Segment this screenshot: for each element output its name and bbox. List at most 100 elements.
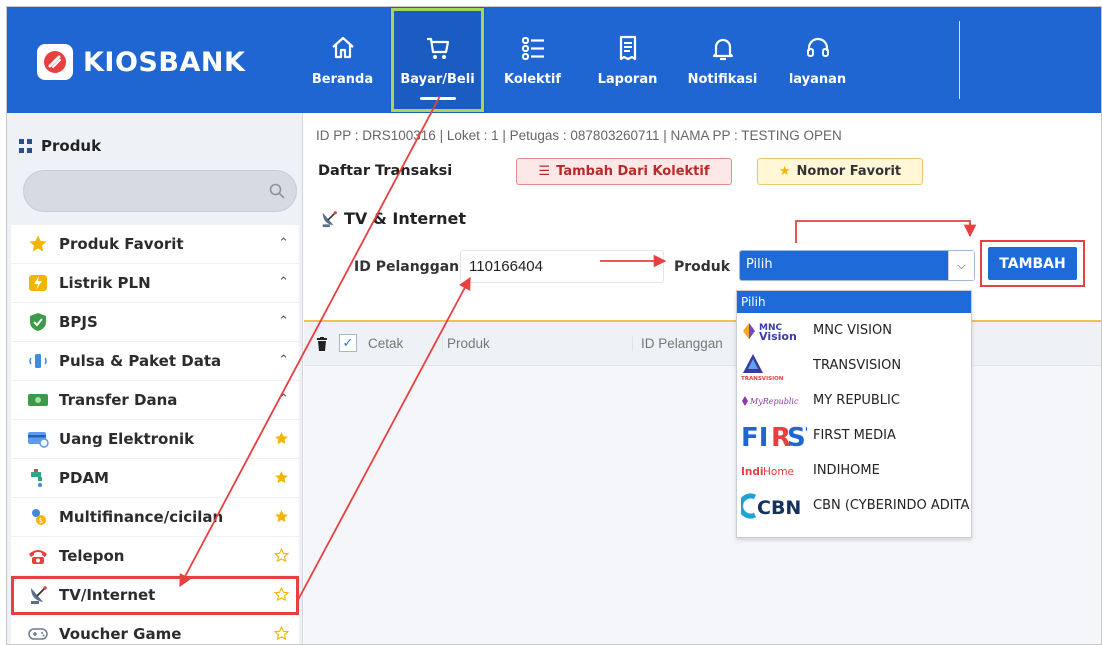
satellite-icon bbox=[27, 584, 49, 606]
nav-kolektif[interactable]: Kolektif bbox=[485, 7, 580, 113]
transaction-grid: ✓ Cetak Produk ID Pelanggan bbox=[304, 320, 1101, 644]
id-pelanggan-label: ID Pelanggan bbox=[354, 259, 460, 275]
phone-signal-icon bbox=[27, 350, 49, 372]
transvision-logo: TRANSVISION bbox=[741, 351, 807, 381]
dropdown-option-mnc-vision[interactable]: MNC Vision MNC VISION bbox=[737, 313, 971, 348]
svg-text:Indi: Indi bbox=[741, 466, 764, 478]
bell-icon bbox=[712, 38, 733, 60]
star-filled-icon[interactable] bbox=[274, 509, 289, 528]
faucet-icon bbox=[27, 467, 49, 489]
star-outline-icon[interactable] bbox=[273, 625, 290, 644]
svg-text:Vision: Vision bbox=[759, 330, 797, 343]
sidebar-title: Produk bbox=[41, 137, 102, 155]
card-icon bbox=[27, 428, 49, 450]
satellite-icon bbox=[322, 210, 337, 227]
sidebar-item-listrik-pln[interactable]: Listrik PLN ⌃ bbox=[11, 264, 299, 303]
dropdown-option-pilih[interactable]: Pilih bbox=[737, 291, 971, 313]
nav-laporan[interactable]: Laporan bbox=[580, 7, 675, 113]
option-label: INDIHOME bbox=[813, 463, 880, 478]
kiosbank-logo[interactable]: KIOSBANK bbox=[37, 39, 245, 85]
daftar-transaksi-label: Daftar Transaksi bbox=[318, 163, 453, 179]
sidebar-item-voucher-game[interactable]: Voucher Game bbox=[11, 615, 299, 644]
dropdown-option-first-media[interactable]: FIRST FIRST MEDIA bbox=[737, 418, 971, 453]
dropdown-option-indihome[interactable]: Indi Home INDIHOME bbox=[737, 453, 971, 488]
nav-bayar-beli[interactable]: Bayar/Beli bbox=[390, 7, 485, 113]
sidebar-item-transfer-dana[interactable]: Transfer Dana ⌃ bbox=[11, 381, 299, 420]
star-icon: ★ bbox=[778, 164, 791, 179]
telephone-icon bbox=[27, 545, 49, 567]
nav-notifikasi[interactable]: Notifikasi bbox=[675, 7, 770, 113]
option-label: TRANSVISION bbox=[813, 358, 902, 373]
tambah-dari-kolektif-button[interactable]: ☰ Tambah Dari Kolektif bbox=[516, 158, 732, 185]
headset-icon bbox=[806, 37, 829, 57]
sidebar-item-label: Multifinance/cicilan bbox=[59, 508, 224, 526]
gamepad-icon bbox=[27, 623, 49, 644]
option-label: FIRST MEDIA bbox=[813, 428, 896, 443]
nomor-favorit-button[interactable]: ★ Nomor Favorit bbox=[757, 158, 923, 185]
tambah-button[interactable]: TAMBAH bbox=[988, 247, 1077, 280]
nav-beranda[interactable]: Beranda bbox=[295, 7, 390, 113]
id-pelanggan-input[interactable]: 110166404 bbox=[460, 250, 664, 283]
svg-text:FI: FI bbox=[741, 423, 768, 451]
caret-up-icon[interactable]: ⌃ bbox=[278, 353, 289, 368]
sidebar-item-pulsa-paket-data[interactable]: Pulsa & Paket Data ⌃ bbox=[11, 342, 299, 381]
caret-up-icon[interactable]: ⌃ bbox=[278, 236, 289, 251]
caret-up-icon[interactable]: ⌃ bbox=[278, 275, 289, 290]
mnc-vision-logo: MNC Vision bbox=[741, 318, 807, 344]
svg-text:Home: Home bbox=[763, 466, 794, 478]
star-outline-icon[interactable] bbox=[273, 586, 290, 606]
sidebar-item-label: Listrik PLN bbox=[59, 274, 151, 292]
nav-label: layanan bbox=[788, 71, 847, 87]
sidebar-item-produk-favorit[interactable]: Produk Favorit ⌃ bbox=[11, 225, 299, 264]
sidebar-item-tv-internet[interactable]: TV/Internet bbox=[11, 576, 299, 615]
nav-label: Bayar/Beli bbox=[400, 71, 475, 87]
star-icon bbox=[27, 233, 49, 255]
product-category-list: Produk Favorit ⌃ Listrik PLN ⌃ BPJS ⌃ Pu… bbox=[11, 225, 299, 644]
sidebar-item-label: Voucher Game bbox=[59, 625, 182, 643]
sidebar-item-label: Produk Favorit bbox=[59, 235, 184, 253]
trash-icon[interactable] bbox=[316, 337, 328, 351]
produk-selected-value: Pilih bbox=[746, 257, 773, 272]
star-filled-icon[interactable] bbox=[274, 470, 289, 489]
grid-icon bbox=[19, 139, 33, 153]
option-label: MNC VISION bbox=[813, 323, 892, 338]
shield-icon bbox=[27, 311, 49, 333]
option-label: MY REPUBLIC bbox=[813, 393, 900, 408]
receipt-icon bbox=[619, 35, 636, 60]
lightning-icon bbox=[27, 272, 49, 294]
button-label: Nomor Favorit bbox=[796, 164, 902, 179]
sidebar-item-multifinance[interactable]: $ Multifinance/cicilan bbox=[11, 498, 299, 537]
main-nav: Beranda Bayar/Beli Kolektif Laporan Noti… bbox=[295, 7, 865, 113]
star-outline-icon[interactable] bbox=[273, 547, 290, 567]
main-content: ID PP : DRS100316 | Loket : 1 | Petugas … bbox=[304, 113, 1101, 644]
sidebar-item-label: TV/Internet bbox=[59, 586, 156, 604]
dropdown-option-cbn[interactable]: CBN CBN (CYBERINDO ADITA bbox=[737, 488, 971, 523]
sidebar-header: Produk bbox=[19, 137, 101, 155]
sidebar-item-label: PDAM bbox=[59, 469, 109, 487]
caret-up-icon[interactable]: ⌃ bbox=[278, 314, 289, 329]
dropdown-option-my-republic[interactable]: MyRepublic MY REPUBLIC bbox=[737, 383, 971, 418]
sidebar-item-bpjs[interactable]: BPJS ⌃ bbox=[11, 303, 299, 342]
produk-select[interactable]: Pilih ⌵ bbox=[739, 250, 975, 281]
sidebar-item-pdam[interactable]: PDAM bbox=[11, 459, 299, 498]
nav-label: Kolektif bbox=[503, 71, 562, 87]
dropdown-option-transvision[interactable]: TRANSVISION TRANSVISION bbox=[737, 348, 971, 383]
section-title: TV & Internet bbox=[320, 209, 466, 228]
svg-text:MyRepublic: MyRepublic bbox=[749, 397, 799, 406]
sidebar-search-input[interactable] bbox=[23, 170, 297, 212]
nav-layanan[interactable]: layanan bbox=[770, 7, 865, 113]
produk-label: Produk bbox=[674, 259, 731, 275]
chevron-down-icon[interactable]: ⌵ bbox=[948, 251, 974, 280]
caret-up-icon[interactable]: ⌃ bbox=[278, 392, 289, 407]
sidebar-item-label: BPJS bbox=[59, 313, 98, 331]
first-media-logo: FIRST bbox=[741, 421, 807, 451]
star-filled-icon[interactable] bbox=[274, 431, 289, 450]
select-all-checkbox[interactable]: ✓ bbox=[339, 334, 357, 352]
myrepublic-logo: MyRepublic bbox=[741, 393, 807, 409]
sidebar-item-label: Uang Elektronik bbox=[59, 430, 195, 448]
tambah-highlight: TAMBAH bbox=[980, 240, 1085, 287]
sidebar-item-label: Pulsa & Paket Data bbox=[59, 352, 222, 370]
nav-label: Laporan bbox=[597, 71, 658, 87]
sidebar-item-telepon[interactable]: Telepon bbox=[11, 537, 299, 576]
sidebar-item-uang-elektronik[interactable]: Uang Elektronik bbox=[11, 420, 299, 459]
